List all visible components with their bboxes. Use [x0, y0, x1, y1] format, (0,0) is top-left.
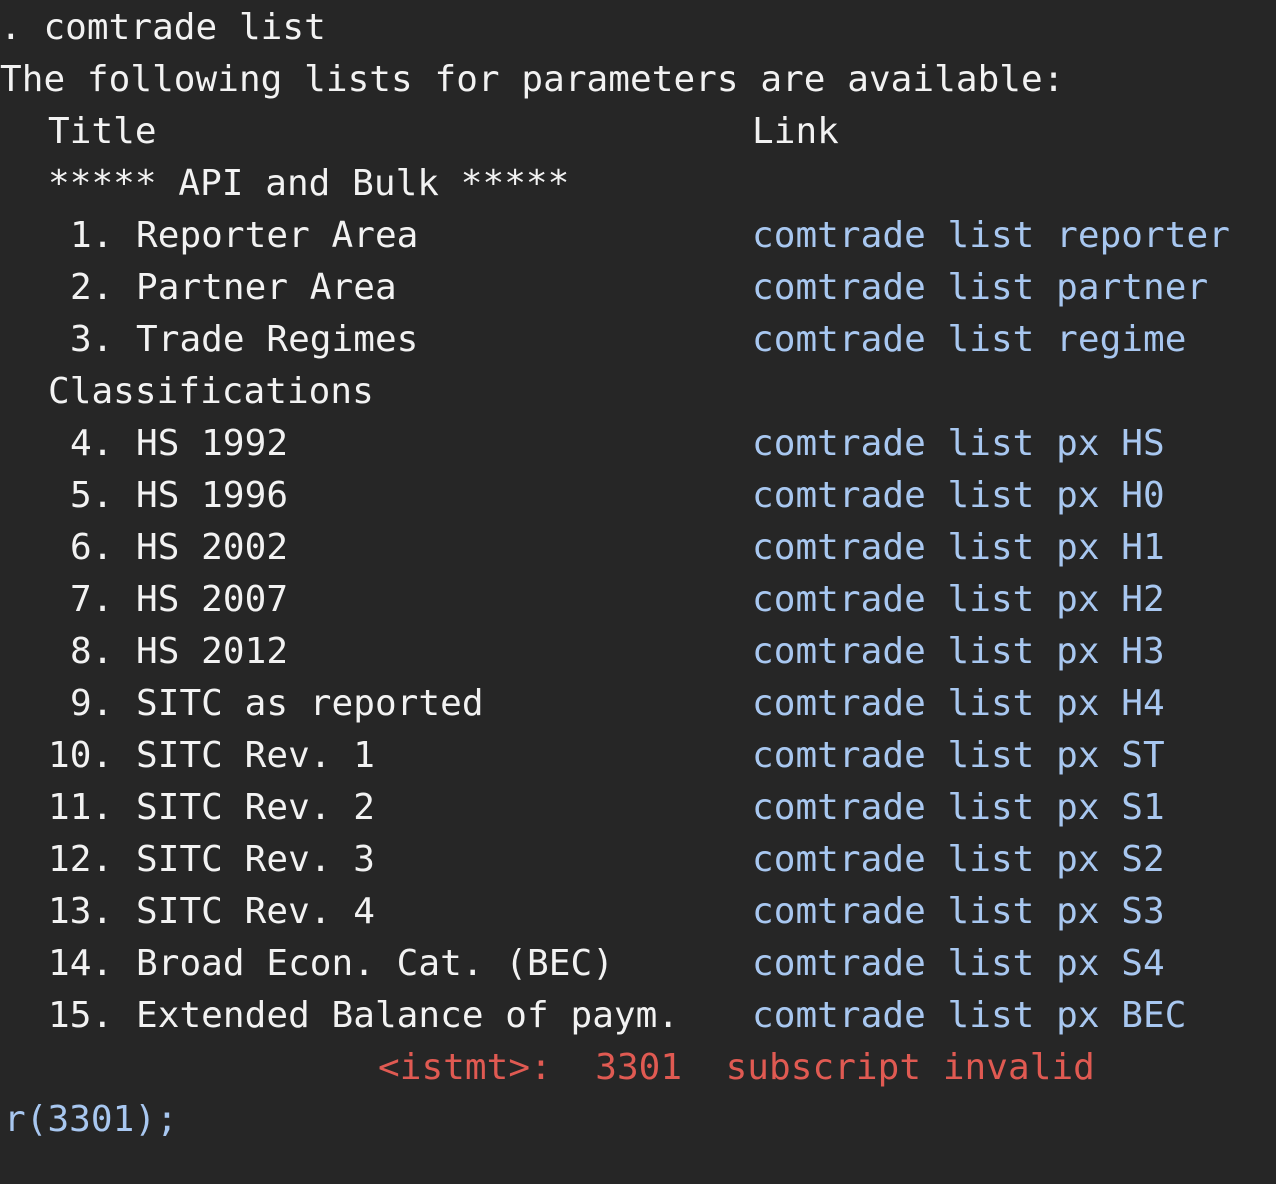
link-px-h3[interactable]: comtrade list px H3 [752, 626, 1165, 678]
header-row: Title Link [0, 106, 1276, 158]
row-number: 5. [70, 475, 114, 516]
list-row: 1. Reporter Area comtrade list reporter [0, 210, 1276, 262]
intro-text: The following lists for parameters are a… [0, 59, 1065, 100]
list-row: 4. HS 1992 comtrade list px HS [0, 418, 1276, 470]
stata-results-console: . comtrade list The following lists for … [0, 0, 1276, 1184]
row-number: 12. [48, 839, 114, 880]
row-title: SITC Rev. 1 [136, 735, 375, 776]
link-px-s2[interactable]: comtrade list px S2 [752, 834, 1165, 886]
row-title: Extended Balance of paym. [136, 995, 680, 1036]
link-px-bec[interactable]: comtrade list px BEC [752, 990, 1186, 1042]
list-row: 13. SITC Rev. 4 comtrade list px S3 [0, 886, 1276, 938]
row-number: 3. [70, 319, 114, 360]
row-number: 7. [70, 579, 114, 620]
link-partner[interactable]: comtrade list partner [752, 262, 1208, 314]
list-row: 10. SITC Rev. 1 comtrade list px ST [0, 730, 1276, 782]
error-message: <istmt>: 3301 subscript invalid [378, 1047, 1095, 1088]
row-title: HS 2007 [136, 579, 289, 620]
row-number: 14. [48, 943, 114, 984]
row-title: Reporter Area [136, 215, 419, 256]
link-px-h2[interactable]: comtrade list px H2 [752, 574, 1165, 626]
row-number: 13. [48, 891, 114, 932]
list-row: 9. SITC as reported comtrade list px H4 [0, 678, 1276, 730]
link-px-st[interactable]: comtrade list px ST [752, 730, 1165, 782]
list-row: 3. Trade Regimes comtrade list regime [0, 314, 1276, 366]
link-column-header: Link [752, 111, 839, 152]
row-title: HS 1992 [136, 423, 289, 464]
row-number: 2. [70, 267, 114, 308]
row-number: 15. [48, 995, 114, 1036]
list-row: 8. HS 2012 comtrade list px H3 [0, 626, 1276, 678]
title-column-header: Title [48, 111, 157, 152]
row-number: 11. [48, 787, 114, 828]
link-px-s1[interactable]: comtrade list px S1 [752, 782, 1165, 834]
link-reporter[interactable]: comtrade list reporter [752, 210, 1230, 262]
row-title: Trade Regimes [136, 319, 419, 360]
link-regime[interactable]: comtrade list regime [752, 314, 1186, 366]
row-title: HS 1996 [136, 475, 289, 516]
section-classifications: Classifications [48, 371, 374, 412]
link-px-h0[interactable]: comtrade list px H0 [752, 470, 1165, 522]
link-px-h1[interactable]: comtrade list px H1 [752, 522, 1165, 574]
row-title: SITC Rev. 4 [136, 891, 375, 932]
command-line: . comtrade list [0, 7, 326, 48]
list-row: 14. Broad Econ. Cat. (BEC) comtrade list… [0, 938, 1276, 990]
row-number: 8. [70, 631, 114, 672]
list-row: 11. SITC Rev. 2 comtrade list px S1 [0, 782, 1276, 834]
list-row: 2. Partner Area comtrade list partner [0, 262, 1276, 314]
row-title: HS 2012 [136, 631, 289, 672]
row-number: 1. [70, 215, 114, 256]
link-px-h4[interactable]: comtrade list px H4 [752, 678, 1165, 730]
row-number: 6. [70, 527, 114, 568]
row-number: 9. [70, 683, 114, 724]
row-title: SITC Rev. 2 [136, 787, 375, 828]
list-row: 15. Extended Balance of paym. comtrade l… [0, 990, 1276, 1042]
row-title: Broad Econ. Cat. (BEC) [136, 943, 614, 984]
row-number: 10. [48, 735, 114, 776]
link-px-s4[interactable]: comtrade list px S4 [752, 938, 1165, 990]
row-title: SITC Rev. 3 [136, 839, 375, 880]
return-code-link[interactable]: r(3301); [4, 1094, 178, 1146]
list-row: 7. HS 2007 comtrade list px H2 [0, 574, 1276, 626]
row-title: Partner Area [136, 267, 397, 308]
row-number: 4. [70, 423, 114, 464]
link-px-hs[interactable]: comtrade list px HS [752, 418, 1165, 470]
link-px-s3[interactable]: comtrade list px S3 [752, 886, 1165, 938]
row-title: SITC as reported [136, 683, 484, 724]
list-row: 6. HS 2002 comtrade list px H1 [0, 522, 1276, 574]
list-row: 12. SITC Rev. 3 comtrade list px S2 [0, 834, 1276, 886]
list-row: 5. HS 1996 comtrade list px H0 [0, 470, 1276, 522]
section-api-bulk: ***** API and Bulk ***** [48, 163, 570, 204]
row-title: HS 2002 [136, 527, 289, 568]
